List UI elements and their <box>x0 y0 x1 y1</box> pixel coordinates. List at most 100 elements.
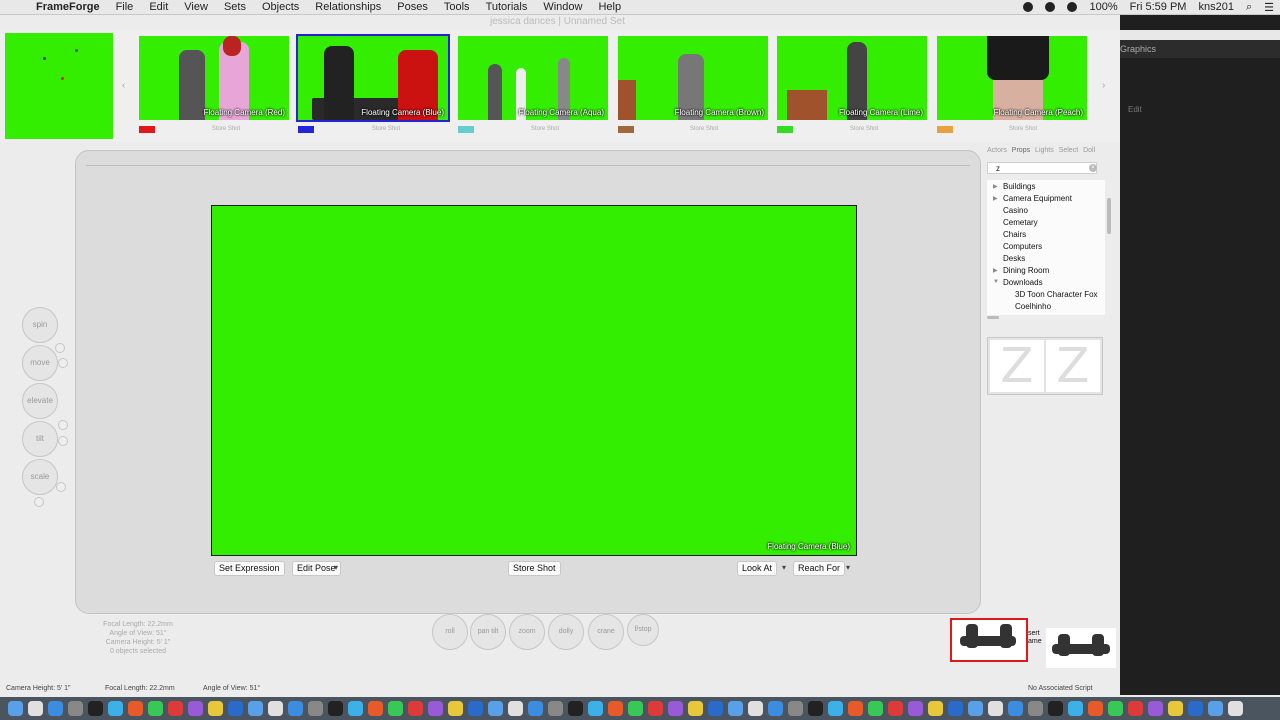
dock-app-icon[interactable] <box>1228 701 1243 716</box>
camera-tag-peach[interactable] <box>937 126 953 133</box>
dock-app-icon[interactable] <box>148 701 163 716</box>
camera-tag-aqua[interactable] <box>458 126 474 133</box>
dock-app-icon[interactable] <box>28 701 43 716</box>
tree-horizontal-scrollbar[interactable] <box>987 316 999 319</box>
clock[interactable]: Fri 5:59 PM <box>1130 1 1187 13</box>
menu-relationships[interactable]: Relationships <box>315 1 381 13</box>
expand-arrow-icon[interactable]: ▶ <box>993 195 998 202</box>
dock-app-icon[interactable] <box>448 701 463 716</box>
dock-app-icon[interactable] <box>408 701 423 716</box>
dock-app-icon[interactable] <box>8 701 23 716</box>
menu-objects[interactable]: Objects <box>262 1 299 13</box>
dock-app-icon[interactable] <box>368 701 383 716</box>
dock-app-icon[interactable] <box>588 701 603 716</box>
dock-app-icon[interactable] <box>308 701 323 716</box>
store-shot-red[interactable]: Store Shot <box>166 126 286 132</box>
camera-tag-brown[interactable] <box>618 126 634 133</box>
dock-app-icon[interactable] <box>1048 701 1063 716</box>
dock-app-icon[interactable] <box>328 701 343 716</box>
tab-doll[interactable]: Doll <box>1083 147 1095 154</box>
roll-knob[interactable]: roll <box>432 614 468 650</box>
scale-option-icon[interactable] <box>56 482 66 492</box>
insert-frame-label[interactable]: sert ame <box>1028 630 1042 646</box>
dock-app-icon[interactable] <box>808 701 823 716</box>
menu-tools[interactable]: Tools <box>444 1 470 13</box>
camera-viewport[interactable]: Floating Camera (Blue) <box>211 205 857 556</box>
collapse-arrow-icon[interactable]: ▼ <box>993 279 999 285</box>
dock-app-icon[interactable] <box>688 701 703 716</box>
tree-item-camera-equipment[interactable]: Camera Equipment <box>1003 194 1072 203</box>
dock-app-icon[interactable] <box>908 701 923 716</box>
dock-app-icon[interactable] <box>248 701 263 716</box>
dock-app-icon[interactable] <box>1088 701 1103 716</box>
scale-option-icon[interactable] <box>34 497 44 507</box>
store-shot-aqua[interactable]: Store Shot <box>485 126 605 132</box>
dock-app-icon[interactable] <box>108 701 123 716</box>
storyboard-frame-selected[interactable] <box>950 618 1028 662</box>
dock-app-icon[interactable] <box>1188 701 1203 716</box>
edit-pose-dropdown-icon[interactable]: ▾ <box>334 561 342 574</box>
dock-app-icon[interactable] <box>748 701 763 716</box>
menu-help[interactable]: Help <box>598 1 621 13</box>
dock-app-icon[interactable] <box>1148 701 1163 716</box>
dock-app-icon[interactable] <box>208 701 223 716</box>
dock-app-icon[interactable] <box>1128 701 1143 716</box>
set-expression-button[interactable]: Set Expression <box>214 561 285 576</box>
scale-knob[interactable]: scale <box>22 459 58 495</box>
dock-app-icon[interactable] <box>528 701 543 716</box>
tree-item-toon-fox[interactable]: 3D Toon Character Fox <box>1015 290 1098 299</box>
tree-item-casino[interactable]: Casino <box>1003 206 1028 215</box>
wifi-icon[interactable] <box>1067 2 1078 12</box>
dock-app-icon[interactable] <box>988 701 1003 716</box>
dock-app-icon[interactable] <box>668 701 683 716</box>
menu-tutorials[interactable]: Tutorials <box>486 1 528 13</box>
battery-level[interactable]: 100% <box>1089 1 1117 13</box>
menu-edit[interactable]: Edit <box>149 1 168 13</box>
dock-app-icon[interactable] <box>348 701 363 716</box>
expand-arrow-icon[interactable]: ▶ <box>993 267 998 274</box>
menu-view[interactable]: View <box>184 1 208 13</box>
dock-app-icon[interactable] <box>628 701 643 716</box>
menu-file[interactable]: File <box>116 1 134 13</box>
shot-thumb-lime[interactable]: Floating Camera (Lime) <box>777 36 927 120</box>
dock-app-icon[interactable] <box>1208 701 1223 716</box>
storyboard-frame[interactable] <box>1046 628 1116 668</box>
dock-app-icon[interactable] <box>228 701 243 716</box>
tree-item-dining-room[interactable]: Dining Room <box>1003 266 1049 275</box>
camera-tag-red[interactable] <box>139 126 155 133</box>
app-menu[interactable]: FrameForge <box>36 1 100 13</box>
strip-left-arrow[interactable]: ‹ <box>122 80 125 91</box>
shot-thumb-red[interactable]: Floating Camera (Red) <box>139 36 289 120</box>
overhead-overview[interactable] <box>5 33 113 139</box>
dock-app-icon[interactable] <box>768 701 783 716</box>
camera-tag-blue[interactable] <box>298 126 314 133</box>
dock-app-icon[interactable] <box>1108 701 1123 716</box>
menu-poses[interactable]: Poses <box>397 1 428 13</box>
strip-right-arrow[interactable]: › <box>1102 80 1105 91</box>
dock-app-icon[interactable] <box>568 701 583 716</box>
library-search-input[interactable]: z <box>987 162 1097 174</box>
look-at-dropdown-icon[interactable]: ▾ <box>782 561 790 574</box>
elevate-knob[interactable]: elevate <box>22 383 58 419</box>
tilt-option-icon[interactable] <box>58 436 68 446</box>
dock-app-icon[interactable] <box>188 701 203 716</box>
prop-preview-1[interactable]: Z <box>990 340 1044 392</box>
pan-tilt-knob[interactable]: pan tilt <box>470 614 506 650</box>
store-shot-lime[interactable]: Store Shot <box>804 126 924 132</box>
record-icon[interactable] <box>1023 2 1034 12</box>
notification-icon[interactable]: ☰ <box>1264 1 1274 14</box>
dock-app-icon[interactable] <box>268 701 283 716</box>
zoom-knob[interactable]: zoom <box>509 614 545 650</box>
tab-props[interactable]: Props <box>1012 147 1030 154</box>
dock-app-icon[interactable] <box>788 701 803 716</box>
dock-app-icon[interactable] <box>828 701 843 716</box>
tree-item-buildings[interactable]: Buildings <box>1003 182 1035 191</box>
dock-app-icon[interactable] <box>1168 701 1183 716</box>
dock-app-icon[interactable] <box>388 701 403 716</box>
dock-app-icon[interactable] <box>868 701 883 716</box>
spin-knob[interactable]: spin <box>22 307 58 343</box>
dock-app-icon[interactable] <box>88 701 103 716</box>
dock-app-icon[interactable] <box>288 701 303 716</box>
camera-tag-lime[interactable] <box>777 126 793 133</box>
dock-app-icon[interactable] <box>548 701 563 716</box>
